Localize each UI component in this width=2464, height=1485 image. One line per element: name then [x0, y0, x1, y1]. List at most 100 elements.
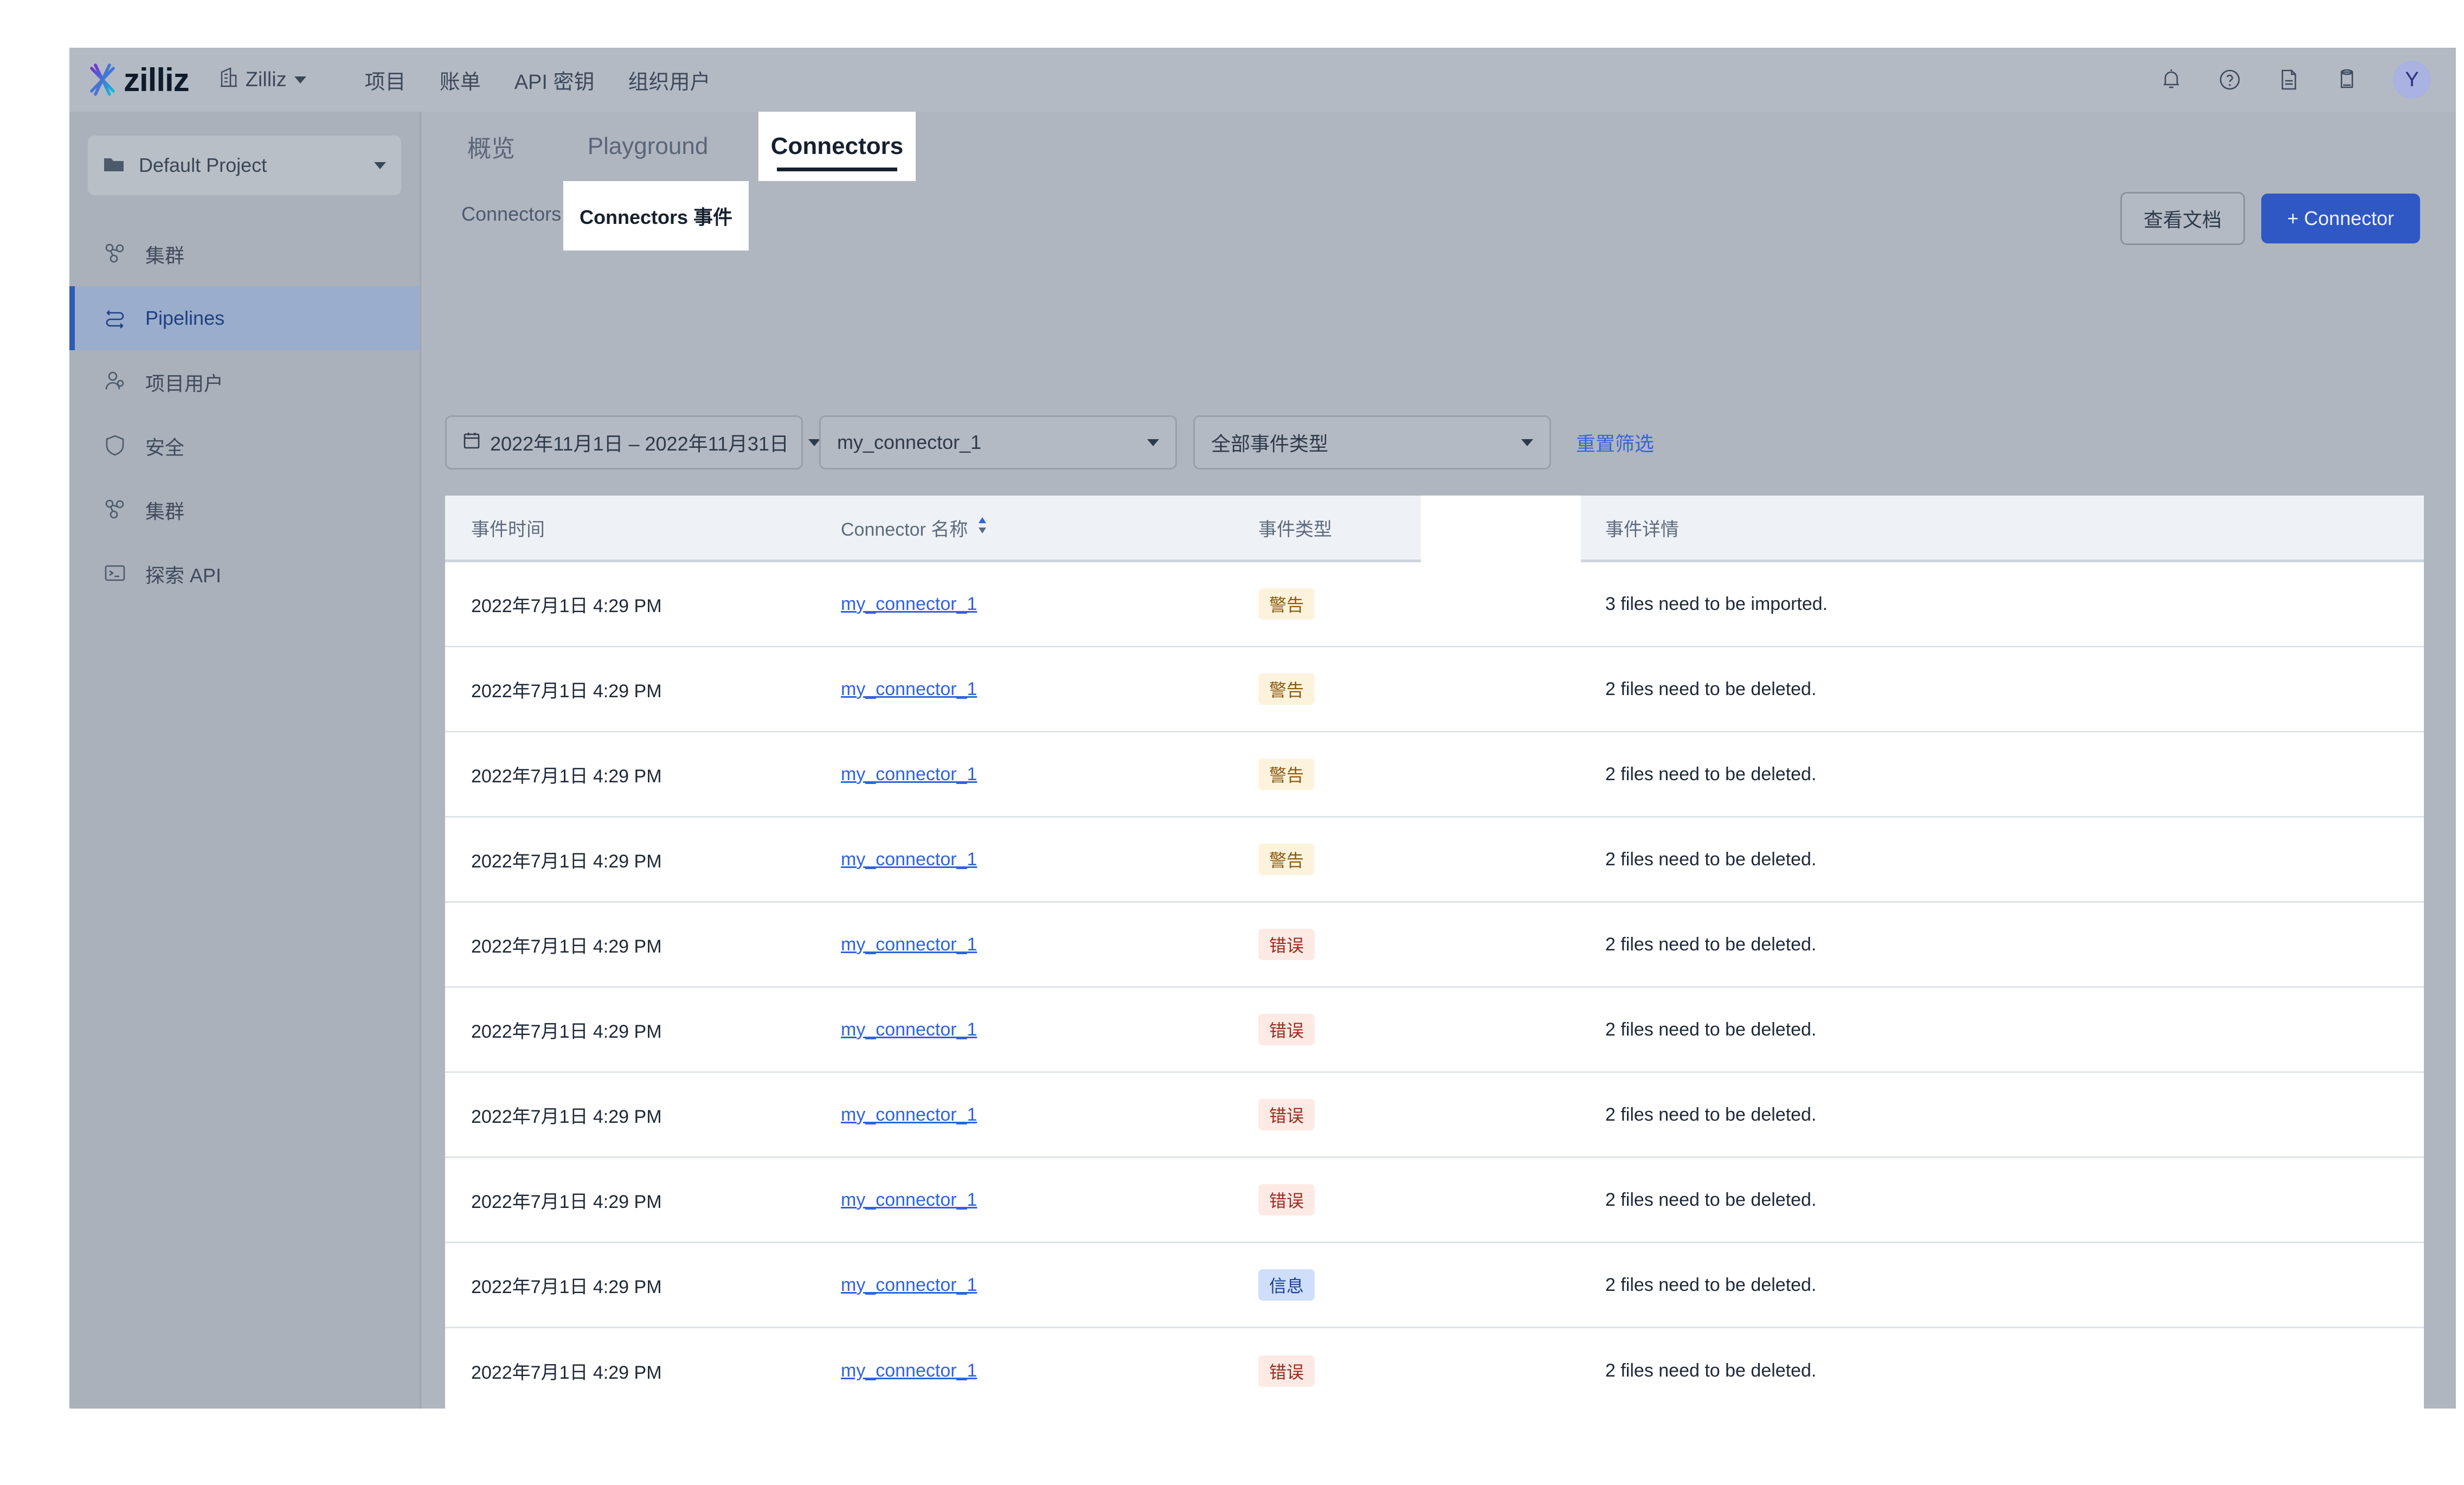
top-nav-item-api-keys[interactable]: API 密钥 [514, 65, 595, 95]
table-row[interactable]: 2022年7月1日 4:29 PM my_connector_1 错误 2 fi… [445, 903, 2424, 988]
top-nav-item-billing[interactable]: 账单 [440, 65, 481, 95]
cell-type: 警告 [1258, 673, 1581, 705]
cell-time: 2022年7月1日 4:29 PM [471, 595, 662, 616]
column-header-type[interactable]: 事件类型 [1258, 496, 1421, 560]
status-badge: 错误 [1258, 929, 1315, 960]
events-table: 事件时间 Connector 名称 事件类型 事件详情 2022年7月1日 4:… [445, 496, 2424, 1409]
cell-type: 错误 [1258, 929, 1581, 960]
cell-type: 信息 [1258, 1269, 1581, 1301]
view-docs-button[interactable]: 查看文档 [2120, 192, 2245, 245]
cell-detail: 3 files need to be imported. [1605, 593, 1828, 614]
sidebar-item-security[interactable]: 安全 [69, 414, 420, 478]
cell-time: 2022年7月1日 4:29 PM [471, 1106, 662, 1127]
cell-detail: 2 files need to be deleted. [1605, 1360, 1817, 1381]
cell-detail: 2 files need to be deleted. [1605, 678, 1817, 699]
table-row[interactable]: 2022年7月1日 4:29 PM my_connector_1 错误 2 fi… [445, 1073, 2424, 1158]
table-row[interactable]: 2022年7月1日 4:29 PM my_connector_1 警告 2 fi… [445, 818, 2424, 903]
table-row[interactable]: 2022年7月1日 4:29 PM my_connector_1 警告 3 fi… [445, 562, 2424, 647]
cell-type: 错误 [1258, 1184, 1581, 1216]
status-badge: 警告 [1258, 844, 1315, 875]
top-nav-item-org-users[interactable]: 组织用户 [628, 65, 711, 95]
table-row[interactable]: 2022年7月1日 4:29 PM my_connector_1 错误 2 fi… [445, 988, 2424, 1073]
cell-type: 警告 [1258, 758, 1581, 790]
top-nav-item-projects[interactable]: 项目 [365, 65, 406, 95]
cell-connector-link[interactable]: my_connector_1 [841, 764, 1258, 785]
brand-logo[interactable]: zilliz [85, 61, 190, 99]
app-window: zilliz Zilliz 项目 账单 API 密钥 组织用户 Y Defaul… [69, 48, 2456, 1409]
sidebar-nav: 集群 Pipelines 项目用户 安全 集群 探索 API [69, 222, 420, 606]
help-circle-icon[interactable] [2217, 67, 2242, 92]
subtab-connectors-events[interactable]: Connectors 事件 [563, 181, 749, 250]
cell-detail: 2 files need to be deleted. [1605, 848, 1817, 870]
sidebar-item-pipelines[interactable]: Pipelines [69, 286, 420, 350]
cell-connector-link[interactable]: my_connector_1 [841, 1190, 1258, 1211]
cell-type: 错误 [1258, 1099, 1581, 1130]
top-bar: zilliz Zilliz 项目 账单 API 密钥 组织用户 Y [69, 48, 2456, 112]
sort-arrows-icon[interactable] [976, 515, 988, 541]
table-row[interactable]: 2022年7月1日 4:29 PM my_connector_1 错误 2 fi… [445, 1328, 2424, 1409]
column-header-detail[interactable]: 事件详情 [1581, 496, 2424, 560]
cell-time: 2022年7月1日 4:29 PM [471, 936, 662, 957]
project-selector[interactable]: Default Project [88, 136, 401, 195]
status-badge: 警告 [1258, 673, 1315, 705]
cell-connector-link[interactable]: my_connector_1 [841, 849, 1258, 870]
cell-connector-link[interactable]: my_connector_1 [841, 934, 1258, 955]
cell-connector-link[interactable]: my_connector_1 [841, 679, 1258, 700]
subtab-label: Connectors [461, 203, 562, 225]
users-icon [103, 369, 127, 396]
sidebar-item-explore-api[interactable]: 探索 API [69, 542, 420, 606]
document-icon[interactable] [2276, 67, 2301, 92]
add-connector-button[interactable]: + Connector [2261, 194, 2420, 243]
date-range-value: 2022年11月1日 – 2022年11月31日 [490, 433, 789, 455]
org-switcher[interactable]: Zilliz [220, 67, 306, 93]
sidebar-item-label: 安全 [145, 436, 185, 459]
tab-label: Connectors [770, 133, 904, 159]
cell-time: 2022年7月1日 4:29 PM [471, 680, 662, 702]
table-row[interactable]: 2022年7月1日 4:29 PM my_connector_1 错误 2 fi… [445, 1158, 2424, 1243]
calendar-icon [463, 431, 490, 454]
shield-icon [103, 433, 127, 460]
sidebar-item-project-users[interactable]: 项目用户 [69, 350, 420, 414]
status-badge: 警告 [1258, 758, 1315, 790]
tab-connectors[interactable]: Connectors [758, 112, 916, 181]
chevron-down-icon [374, 162, 386, 169]
sidebar-item-label: Pipelines [145, 307, 225, 329]
cell-connector-link[interactable]: my_connector_1 [841, 1019, 1258, 1040]
date-range-filter[interactable]: 2022年11月1日 – 2022年11月31日 [445, 415, 821, 470]
avatar[interactable]: Y [2393, 61, 2431, 99]
tab-playground[interactable]: Playground [556, 112, 740, 181]
status-badge: 警告 [1258, 588, 1315, 620]
terminal-icon [103, 561, 127, 588]
sidebar-item-clusters-2[interactable]: 集群 [69, 478, 420, 542]
connector-filter-value: my_connector_1 [837, 431, 982, 453]
table-row[interactable]: 2022年7月1日 4:29 PM my_connector_1 信息 2 fi… [445, 1243, 2424, 1328]
column-header-time[interactable]: 事件时间 [445, 496, 841, 560]
cell-connector-link[interactable]: my_connector_1 [841, 1104, 1258, 1126]
org-name: Zilliz [245, 68, 287, 91]
table-row[interactable]: 2022年7月1日 4:29 PM my_connector_1 警告 2 fi… [445, 647, 2424, 732]
sidebar-item-label: 探索 API [145, 564, 222, 587]
event-type-filter[interactable]: 全部事件类型 [1193, 415, 1551, 470]
database-icon[interactable] [2334, 67, 2359, 92]
main-content: 概览 Playground Connectors Connectors Conn… [421, 112, 2456, 1409]
cell-connector-link[interactable]: my_connector_1 [841, 1360, 1258, 1381]
cell-connector-link[interactable]: my_connector_1 [841, 594, 1258, 615]
tab-label: Playground [587, 133, 709, 159]
cell-time: 2022年7月1日 4:29 PM [471, 1362, 662, 1383]
cell-connector-link[interactable]: my_connector_1 [841, 1275, 1258, 1296]
table-row[interactable]: 2022年7月1日 4:29 PM my_connector_1 警告 2 fi… [445, 732, 2424, 818]
bell-icon[interactable] [2159, 67, 2184, 92]
cell-detail: 2 files need to be deleted. [1605, 1274, 1817, 1295]
event-type-filter-value: 全部事件类型 [1211, 433, 1329, 455]
cell-time: 2022年7月1日 4:29 PM [471, 766, 662, 787]
reset-filters-link[interactable]: 重置筛选 [1576, 428, 1654, 457]
connector-filter[interactable]: my_connector_1 [819, 415, 1177, 470]
top-nav: 项目 账单 API 密钥 组织用户 [365, 65, 711, 95]
header-gap [1421, 496, 1581, 560]
status-badge: 错误 [1258, 1355, 1315, 1387]
column-header-connector[interactable]: Connector 名称 [841, 496, 1258, 560]
chevron-down-icon [1147, 439, 1159, 446]
subtab-connectors[interactable]: Connectors [445, 189, 577, 240]
sidebar-item-clusters-1[interactable]: 集群 [69, 222, 420, 286]
tab-overview[interactable]: 概览 [445, 112, 537, 181]
